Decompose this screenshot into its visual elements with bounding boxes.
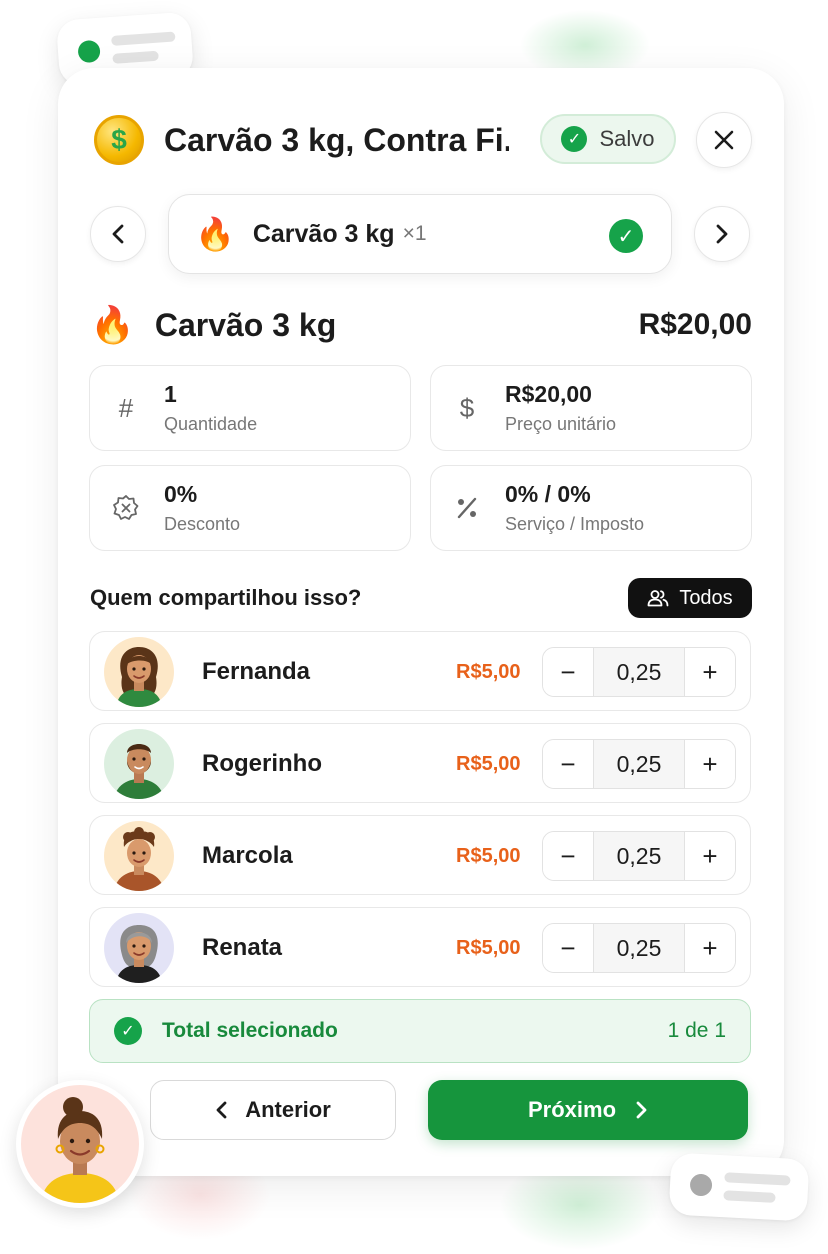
next-button-label: Próximo bbox=[527, 1097, 617, 1122]
participant-amount: R$5,00 bbox=[456, 845, 521, 867]
increment-button[interactable]: + bbox=[685, 832, 735, 880]
share-stepper: − 0,25 + bbox=[542, 923, 736, 973]
floating-notification-chip bbox=[668, 1152, 810, 1222]
item-price: R$20,00 bbox=[638, 308, 752, 341]
fire-icon: 🔥 bbox=[90, 304, 135, 345]
participant-row[interactable]: Renata R$5,00 − 0,25 + bbox=[89, 907, 751, 987]
service-tax-field[interactable]: 0% / 0% Serviço / Imposto bbox=[430, 465, 752, 551]
current-user-avatar[interactable] bbox=[16, 1080, 144, 1208]
chevron-left-icon bbox=[216, 1101, 227, 1119]
total-selected-bar: ✓ Total selecionado 1 de 1 bbox=[89, 999, 751, 1063]
discount-field[interactable]: 0% Desconto bbox=[89, 465, 411, 551]
participant-name: Renata bbox=[202, 934, 283, 961]
increment-button[interactable]: + bbox=[685, 924, 735, 972]
unit-price-value: R$20,00 bbox=[505, 381, 592, 407]
avatar bbox=[104, 913, 174, 983]
saved-status-badge: ✓ Salvo bbox=[540, 114, 676, 164]
card-header: $ Carvão 3 kg, Contra Fi... ✓ Salvo bbox=[94, 112, 754, 168]
page-title: Carvão 3 kg, Contra Fi... bbox=[164, 121, 509, 158]
unit-price-label: Preço unitário bbox=[505, 414, 617, 434]
hash-icon: # bbox=[118, 392, 134, 423]
previous-item-button[interactable] bbox=[90, 206, 146, 262]
increment-button[interactable]: + bbox=[685, 648, 735, 696]
next-button[interactable]: Próximo bbox=[428, 1080, 748, 1140]
participant-amount: R$5,00 bbox=[456, 753, 521, 775]
discount-label: Desconto bbox=[164, 514, 241, 534]
share-value[interactable]: 0,25 bbox=[593, 740, 685, 788]
share-stepper: − 0,25 + bbox=[542, 739, 736, 789]
quantity-label: Quantidade bbox=[164, 414, 258, 434]
increment-button[interactable]: + bbox=[685, 740, 735, 788]
decrement-button[interactable]: − bbox=[543, 924, 593, 972]
item-navigator: 🔥 Carvão 3 kg ×1 ✓ bbox=[90, 194, 750, 274]
share-section-title: Quem compartilhou isso? bbox=[90, 585, 362, 610]
dollar-icon: $ bbox=[459, 392, 475, 423]
current-item-selector[interactable]: 🔥 Carvão 3 kg ×1 ✓ bbox=[168, 194, 672, 274]
close-icon bbox=[714, 130, 734, 150]
share-stepper: − 0,25 + bbox=[542, 647, 736, 697]
participant-name: Rogerinho bbox=[202, 750, 322, 777]
service-tax-label: Serviço / Imposto bbox=[505, 514, 645, 534]
item-selector-name: Carvão 3 kg bbox=[252, 219, 395, 248]
fire-icon: 🔥 bbox=[195, 216, 235, 252]
participant-amount: R$5,00 bbox=[456, 661, 521, 683]
participant-name: Marcola bbox=[202, 842, 293, 869]
share-value[interactable]: 0,25 bbox=[593, 924, 685, 972]
people-icon bbox=[647, 590, 669, 607]
unit-price-field[interactable]: $ R$20,00 Preço unitário bbox=[430, 365, 752, 451]
saved-label: Salvo bbox=[599, 126, 655, 151]
close-button[interactable] bbox=[696, 112, 752, 168]
status-dot-icon bbox=[77, 39, 101, 64]
coin-icon: $ bbox=[94, 115, 144, 165]
participant-row[interactable]: Marcola R$5,00 − 0,25 + bbox=[89, 815, 751, 895]
discount-value: 0% bbox=[164, 481, 198, 507]
service-tax-value: 0% / 0% bbox=[505, 481, 591, 507]
share-value[interactable]: 0,25 bbox=[593, 648, 685, 696]
item-split-card: $ Carvão 3 kg, Contra Fi... ✓ Salvo 🔥 Ca… bbox=[58, 68, 784, 1176]
select-all-label: Todos bbox=[679, 586, 733, 609]
item-title: Carvão 3 kg bbox=[154, 306, 337, 343]
participant-name: Fernanda bbox=[202, 658, 311, 685]
avatar bbox=[104, 729, 174, 799]
decrement-button[interactable]: − bbox=[543, 740, 593, 788]
share-value[interactable]: 0,25 bbox=[593, 832, 685, 880]
chevron-right-icon bbox=[636, 1101, 647, 1119]
select-all-button[interactable]: Todos bbox=[628, 578, 752, 618]
participant-row[interactable]: Rogerinho R$5,00 − 0,25 + bbox=[89, 723, 751, 803]
percent-icon bbox=[451, 492, 483, 524]
discount-badge-icon bbox=[110, 492, 142, 524]
avatar bbox=[104, 821, 174, 891]
status-dot-icon bbox=[689, 1173, 713, 1197]
share-stepper: − 0,25 + bbox=[542, 831, 736, 881]
check-circle-icon: ✓ bbox=[561, 126, 588, 152]
previous-button-label: Anterior bbox=[245, 1097, 331, 1122]
check-circle-icon: ✓ bbox=[114, 1017, 142, 1045]
quantity-value: 1 bbox=[164, 381, 177, 407]
avatar bbox=[104, 637, 174, 707]
chevron-left-icon bbox=[112, 224, 124, 244]
previous-button[interactable]: Anterior bbox=[150, 1080, 396, 1140]
decrement-button[interactable]: − bbox=[543, 648, 593, 696]
item-heading: 🔥 Carvão 3 kg R$20,00 bbox=[90, 300, 752, 350]
check-circle-icon: ✓ bbox=[609, 219, 643, 253]
item-selector-qty: ×1 bbox=[402, 222, 427, 245]
share-section-header: Quem compartilhou isso? Todos bbox=[90, 578, 752, 618]
next-item-button[interactable] bbox=[694, 206, 750, 262]
total-selected-label: Total selecionado bbox=[162, 1019, 338, 1042]
quantity-field[interactable]: # 1 Quantidade bbox=[89, 365, 411, 451]
participant-amount: R$5,00 bbox=[456, 937, 521, 959]
decrement-button[interactable]: − bbox=[543, 832, 593, 880]
total-selected-count: 1 de 1 bbox=[667, 1019, 726, 1042]
participant-row[interactable]: Fernanda R$5,00 − 0,25 + bbox=[89, 631, 751, 711]
chevron-right-icon bbox=[716, 224, 728, 244]
